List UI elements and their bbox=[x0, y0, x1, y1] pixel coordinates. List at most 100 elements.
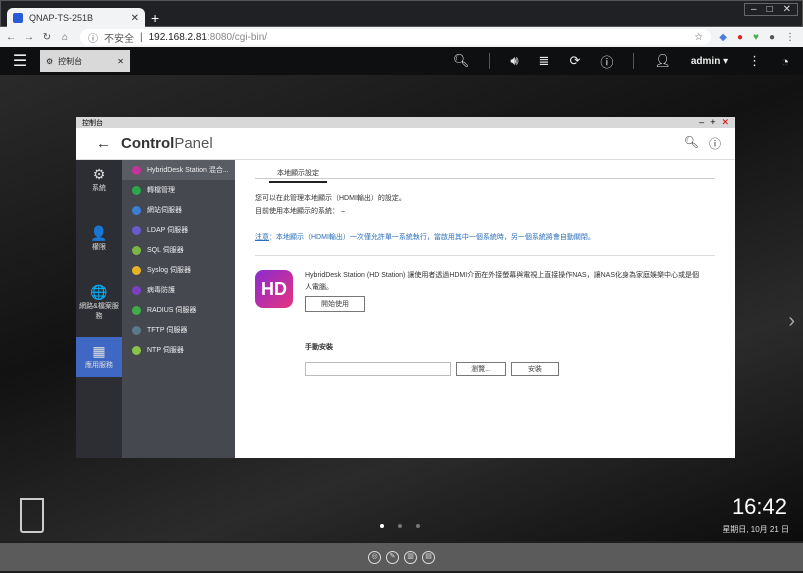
maximize-icon[interactable]: □ bbox=[767, 4, 773, 15]
clock: 16:42 bbox=[731, 494, 787, 519]
url-input[interactable]: ⓘ 不安全 | 192.168.2.81:8080/cgi-bin/☆ bbox=[80, 29, 712, 45]
info-icon[interactable]: ⓘ bbox=[88, 30, 98, 45]
menu-item[interactable]: HybridDesk Station 混合... bbox=[122, 160, 235, 180]
app-tab-control-panel[interactable]: ⚙ 控制台 ✕ bbox=[40, 50, 130, 72]
menu-item[interactable]: 網站伺服器 bbox=[122, 200, 235, 220]
window-title: 控制台 bbox=[82, 119, 103, 127]
close-tab-icon[interactable]: ✕ bbox=[131, 13, 139, 24]
more-icon[interactable]: ⋮ bbox=[748, 53, 761, 69]
menu-item[interactable]: NTP 伺服器 bbox=[122, 340, 235, 360]
close-icon[interactable]: ✕ bbox=[721, 117, 729, 128]
sidebar-item-system[interactable]: ⚙ 系統 bbox=[76, 160, 122, 200]
help-icon[interactable]: ⓘ bbox=[709, 135, 721, 152]
sidebar-item-privilege[interactable]: 👤 權限 bbox=[76, 219, 122, 259]
extension-icon[interactable]: ● bbox=[737, 32, 743, 43]
back-icon[interactable]: ← bbox=[96, 135, 111, 152]
current-system-text: 目前使用本地顯示的系統： – bbox=[255, 208, 345, 215]
sidebar-label: 系統 bbox=[92, 185, 106, 192]
gear-icon: ⚙ bbox=[92, 166, 106, 182]
menu-item[interactable]: RADIUS 伺服器 bbox=[122, 300, 235, 320]
browse-button[interactable]: 瀏覽... bbox=[456, 361, 506, 376]
content-pane: 本地顯示設定 您可以在此管理本地顯示（HDMI輸出）的設定。 目前使用本地顯示的… bbox=[235, 160, 735, 458]
tasks-icon[interactable]: ≣ bbox=[539, 53, 550, 69]
user-menu[interactable]: admin ▾ bbox=[691, 56, 728, 67]
start-button[interactable]: 開始使用 bbox=[305, 295, 365, 312]
qnap-favicon bbox=[13, 13, 23, 23]
main-menu-icon[interactable]: ☰ bbox=[0, 51, 40, 71]
bookmark-star-icon[interactable]: ☆ bbox=[694, 32, 703, 43]
note-label: 注意 bbox=[255, 234, 269, 241]
menu-item-label: 轉檔管理 bbox=[147, 187, 175, 194]
menu-item[interactable]: Syslog 伺服器 bbox=[122, 260, 235, 280]
file-path-input[interactable] bbox=[305, 361, 451, 376]
browser-tab-strip: QNAP-TS-251B ✕ + – □ ✕ bbox=[0, 0, 803, 28]
menu-item-label: 病毒防護 bbox=[147, 287, 175, 294]
menu-item-label: LDAP 伺服器 bbox=[147, 227, 189, 234]
menu-item-label: 網站伺服器 bbox=[147, 207, 182, 214]
close-icon[interactable]: ✕ bbox=[117, 57, 124, 66]
dock-icon[interactable]: ◎ bbox=[368, 550, 381, 564]
dock: ◎ ✎ ▥ ▤ bbox=[0, 543, 803, 571]
control-panel-window: 控制台 – + ✕ ← Control Panel 🔍︎ ⓘ ⚙ 系統 👤 權限 🌐 網路&檔案服… bbox=[76, 117, 735, 458]
sidebar-item-applications[interactable]: ▦ 應用服務 bbox=[76, 337, 122, 377]
dashboard-icon[interactable]: ◔ bbox=[781, 54, 789, 69]
search-icon[interactable]: 🔍︎ bbox=[453, 53, 470, 69]
dock-icon[interactable]: ▤ bbox=[422, 550, 435, 564]
profile-avatar[interactable]: ● bbox=[769, 32, 775, 43]
sidebar-label: 權限 bbox=[92, 244, 106, 251]
browser-tab[interactable]: QNAP-TS-251B ✕ bbox=[7, 8, 145, 28]
window-titlebar[interactable]: 控制台 – + ✕ bbox=[76, 117, 735, 128]
url-host: 192.168.2.81 bbox=[148, 31, 207, 43]
menu-item-label: Syslog 伺服器 bbox=[147, 267, 191, 274]
maximize-icon[interactable]: + bbox=[710, 117, 715, 128]
menu-item[interactable]: 病毒防護 bbox=[122, 280, 235, 300]
date: 星期日, 10月 21 日 bbox=[722, 525, 789, 534]
menu-item[interactable]: LDAP 伺服器 bbox=[122, 220, 235, 240]
speaker-icon[interactable]: 🔊︎ bbox=[510, 53, 518, 69]
dock-icon[interactable]: ▥ bbox=[404, 550, 417, 564]
trash-icon[interactable] bbox=[20, 498, 44, 533]
install-button[interactable]: 安裝 bbox=[511, 361, 559, 376]
menu-icon[interactable]: ⋮ bbox=[785, 32, 795, 43]
sync-icon[interactable]: ⟳ bbox=[569, 53, 580, 69]
menu-item[interactable]: 轉檔管理 bbox=[122, 180, 235, 200]
menu-item[interactable]: TFTP 伺服器 bbox=[122, 320, 235, 340]
home-icon[interactable]: ⌂ bbox=[58, 32, 72, 43]
forward-icon[interactable]: → bbox=[22, 32, 36, 43]
info-icon[interactable]: ⓘ bbox=[600, 52, 613, 71]
address-bar: ← → ↻ ⌂ ⓘ 不安全 | 192.168.2.81:8080/cgi-bin/☆ ◆ ●… bbox=[0, 27, 803, 47]
app-icon bbox=[132, 225, 141, 235]
menu-item-label: RADIUS 伺服器 bbox=[147, 307, 197, 314]
extension-icon[interactable]: ◆ bbox=[719, 32, 727, 43]
window-header: ← Control Panel 🔍︎ ⓘ bbox=[76, 128, 735, 160]
extension-icon[interactable]: ♥ bbox=[753, 32, 759, 43]
wrench-icon[interactable]: ✎ bbox=[386, 550, 399, 564]
user-icon: 👤 bbox=[90, 225, 108, 241]
page-indicator[interactable] bbox=[380, 524, 420, 528]
app-icon bbox=[132, 285, 141, 295]
menu-item[interactable]: SQL 伺服器 bbox=[122, 240, 235, 260]
app-menu: HybridDesk Station 混合... 轉檔管理網站伺服器 LDAP 伺服… bbox=[122, 160, 235, 458]
back-icon[interactable]: ← bbox=[4, 32, 18, 43]
close-icon[interactable]: ✕ bbox=[783, 4, 791, 15]
new-tab-button[interactable]: + bbox=[151, 10, 159, 26]
tab-local-display[interactable]: 本地顯示設定 bbox=[269, 168, 327, 183]
note-text: 注意：本地顯示（HDMI輸出）一次僅允許單一系統執行，當啟用其中一個系統時，另一… bbox=[255, 232, 715, 242]
minimize-icon[interactable]: – bbox=[699, 117, 704, 128]
app-icon bbox=[132, 185, 141, 195]
sidebar-label: 網路&檔案服務 bbox=[79, 303, 119, 320]
app-icon bbox=[132, 325, 141, 335]
sidebar-label: 應用服務 bbox=[85, 362, 113, 369]
divider bbox=[255, 255, 715, 256]
next-page-arrow[interactable]: › bbox=[788, 310, 795, 333]
apps-icon: ▦ bbox=[92, 343, 106, 359]
reload-icon[interactable]: ↻ bbox=[40, 32, 54, 43]
search-icon[interactable]: 🔍︎ bbox=[684, 135, 699, 152]
app-icon bbox=[132, 305, 141, 315]
sidebar-item-network[interactable]: 🌐 網路&檔案服務 bbox=[76, 278, 122, 320]
manual-install-title: 手動安裝 bbox=[305, 343, 333, 351]
minimize-icon[interactable]: – bbox=[751, 4, 757, 15]
url-path: :8080/cgi-bin/ bbox=[207, 31, 268, 43]
app-name: Control bbox=[121, 135, 175, 152]
user-icon[interactable]: 👤︎ bbox=[654, 53, 671, 69]
